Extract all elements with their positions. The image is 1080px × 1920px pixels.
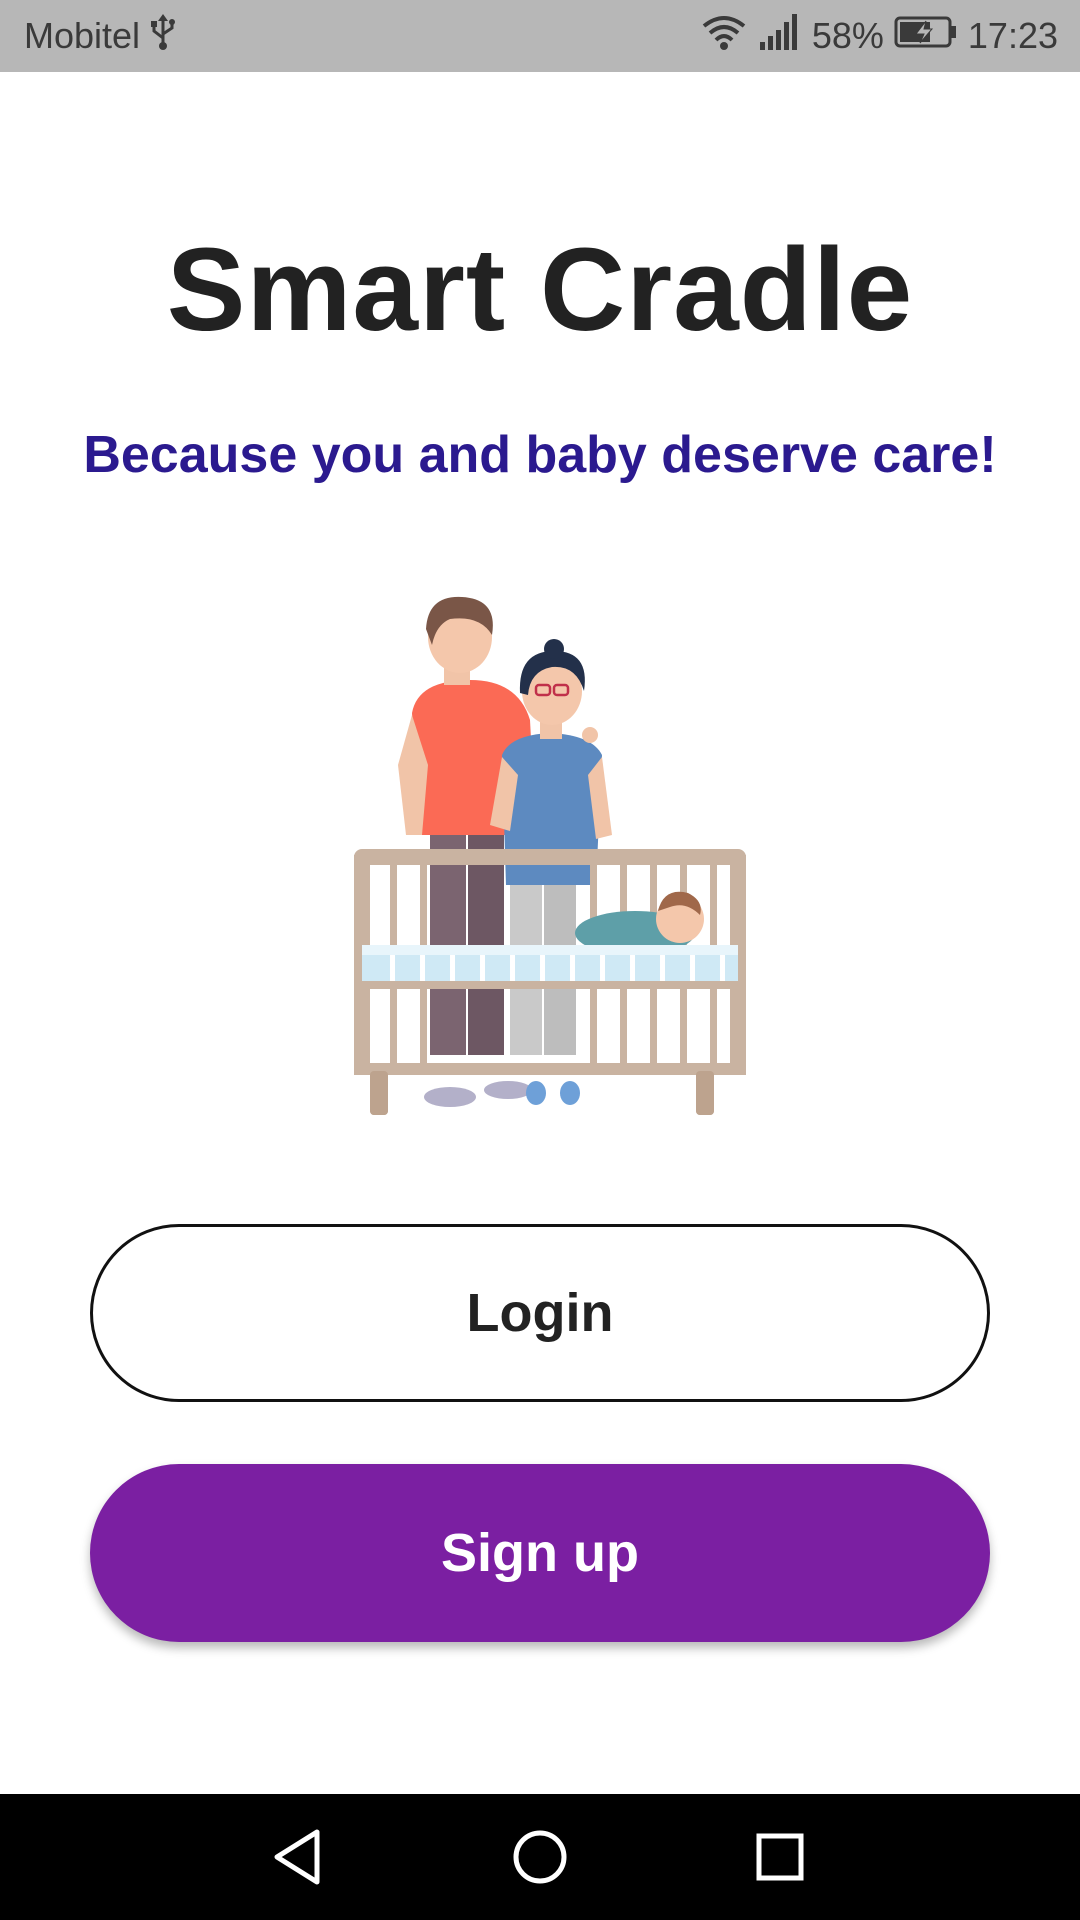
battery-charging-icon	[894, 15, 958, 58]
carrier-label: Mobitel	[24, 15, 141, 56]
status-bar: Mobitel 58% 17:23	[0, 0, 1080, 72]
family-crib-illustration	[340, 585, 760, 1125]
clock: 17:23	[967, 15, 1058, 56]
status-left: Mobitel	[24, 0, 178, 72]
status-right: 58% 17:23	[700, 0, 1058, 72]
battery-percent: 58%	[811, 15, 884, 56]
back-icon[interactable]	[267, 1824, 333, 1890]
app-title: Smart Cradle	[166, 224, 914, 356]
recents-icon[interactable]	[747, 1824, 813, 1890]
navigation-bar	[0, 1794, 1080, 1920]
login-button-label: Login	[466, 1283, 614, 1343]
signal-icon	[758, 12, 802, 61]
signup-button[interactable]: Sign up	[90, 1464, 990, 1642]
login-button[interactable]: Login	[90, 1224, 990, 1402]
signup-button-label: Sign up	[441, 1523, 639, 1583]
home-icon[interactable]	[507, 1824, 573, 1890]
app-subtitle: Because you and baby deserve care!	[83, 426, 997, 484]
wifi-icon	[700, 12, 748, 61]
usb-icon	[148, 12, 178, 61]
